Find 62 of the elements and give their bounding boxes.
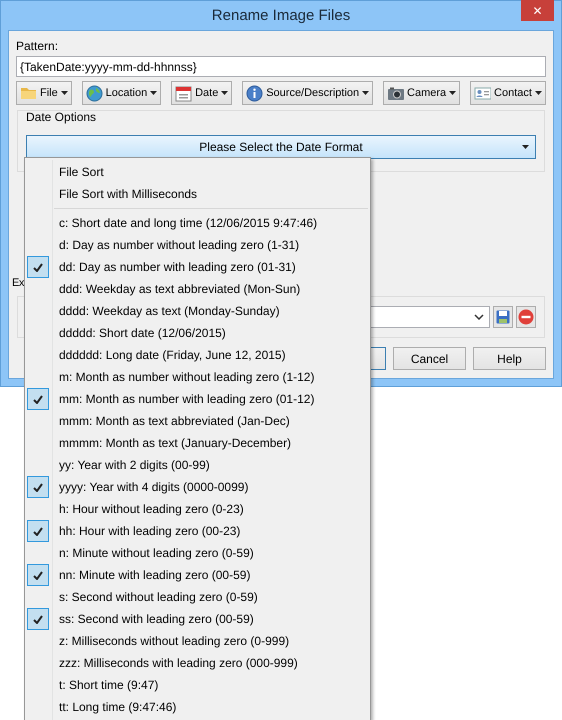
menu-item[interactable]: z: Milliseconds without leading zero (0-999) [59, 634, 290, 648]
menu-item[interactable]: ddddd: Short date (12/06/2015) [59, 326, 226, 340]
menu-item[interactable]: tt: Long time (9:47:46) [59, 700, 176, 714]
dropdown-button[interactable]: Camera [383, 81, 460, 105]
menu-item[interactable]: yyyy: Year with 4 digits (0000-0099) [59, 480, 248, 494]
dropdown-button[interactable]: Source/Description [242, 81, 374, 105]
menu-item[interactable]: yy: Year with 2 digits (00-99) [59, 458, 210, 472]
menu-item[interactable]: mm: Month as number with leading zero (01-12) [59, 392, 314, 406]
menu-item[interactable]: ddd: Weekday as text abbreviated (Mon-Sun) [59, 282, 300, 296]
camera-icon [387, 84, 404, 102]
remove-button[interactable] [516, 306, 536, 328]
caret-icon [150, 91, 158, 95]
date-format-dropdown[interactable]: Please Select the Date Format [26, 135, 536, 159]
dropdown-button[interactable]: Location [82, 81, 162, 105]
pattern-field[interactable]: {TakenDate:yyyy-mm-dd-hhnnss} [16, 56, 546, 77]
caret-icon [362, 91, 370, 95]
calendar-icon [175, 84, 192, 102]
caret-icon [60, 91, 68, 95]
globe-icon [86, 84, 103, 102]
checkmark-icon [33, 570, 43, 580]
group-title: Date Options [26, 110, 98, 124]
checkmark-icon [33, 262, 43, 272]
menu-item[interactable]: d: Day as number without leading zero (1-31) [59, 238, 300, 252]
caret-icon [522, 145, 529, 149]
menu-item[interactable]: s: Second without leading zero (0-59) [59, 590, 258, 604]
dropdown-button[interactable]: File [16, 81, 72, 105]
field-label: Ex [12, 276, 24, 290]
chevron-icon [474, 314, 484, 320]
menu-item[interactable]: c: Short date and long time (12/06/2015 9:47:46) [59, 216, 318, 230]
menu-item[interactable]: dd: Day as number with leading zero (01-31) [59, 260, 296, 274]
caret-icon [534, 91, 542, 95]
menu-item[interactable]: n: Minute without leading zero (0-59) [59, 546, 254, 560]
menu-item[interactable]: dddd: Weekday as text (Monday-Sunday) [59, 304, 280, 318]
menu-item[interactable]: dddddd: Long date (Friday, June 12, 2015) [59, 348, 286, 362]
menu-item[interactable]: nn: Minute with leading zero (00-59) [59, 568, 250, 582]
checkmark-icon [33, 482, 43, 492]
menu-item[interactable]: mmmm: Month as text (January-December) [59, 436, 292, 450]
menu-item[interactable]: hh: Hour with leading zero (00-23) [59, 524, 240, 538]
checkmark-icon [33, 394, 43, 404]
menu-item[interactable]: ss: Second with leading zero (00-59) [59, 612, 254, 626]
caret-icon [449, 91, 456, 95]
minus-circle-icon [518, 309, 534, 325]
menu-item[interactable]: File Sort with Milliseconds [59, 187, 198, 201]
dialog-button[interactable]: Help [473, 347, 546, 370]
save-button[interactable] [493, 306, 513, 328]
contact-card-icon [474, 84, 492, 102]
info-icon [246, 84, 264, 102]
dropdown-button[interactable]: Contact [470, 81, 546, 105]
window-title: Rename Image Files [212, 7, 350, 24]
field-label: Pattern: [16, 38, 60, 54]
menu-item[interactable]: h: Hour without leading zero (0-23) [59, 502, 244, 516]
dialog-button[interactable]: Cancel [393, 347, 466, 370]
checkmark-icon [33, 526, 43, 536]
menu-item[interactable]: mmm: Month as text abbreviated (Jan-Dec) [59, 414, 290, 428]
menu-item[interactable]: File Sort [59, 165, 104, 179]
dropdown-button[interactable]: Date [171, 81, 232, 105]
checkmark-icon [33, 614, 43, 624]
menu-item[interactable]: t: Short time (9:47) [59, 678, 158, 692]
caret-icon [221, 91, 228, 95]
menu-item[interactable]: zzz: Milliseconds with leading zero (000-999) [59, 656, 298, 670]
close-button[interactable]: ✕ [521, 0, 554, 21]
menu-item[interactable]: m: Month as number without leading zero (1-12) [59, 370, 314, 384]
